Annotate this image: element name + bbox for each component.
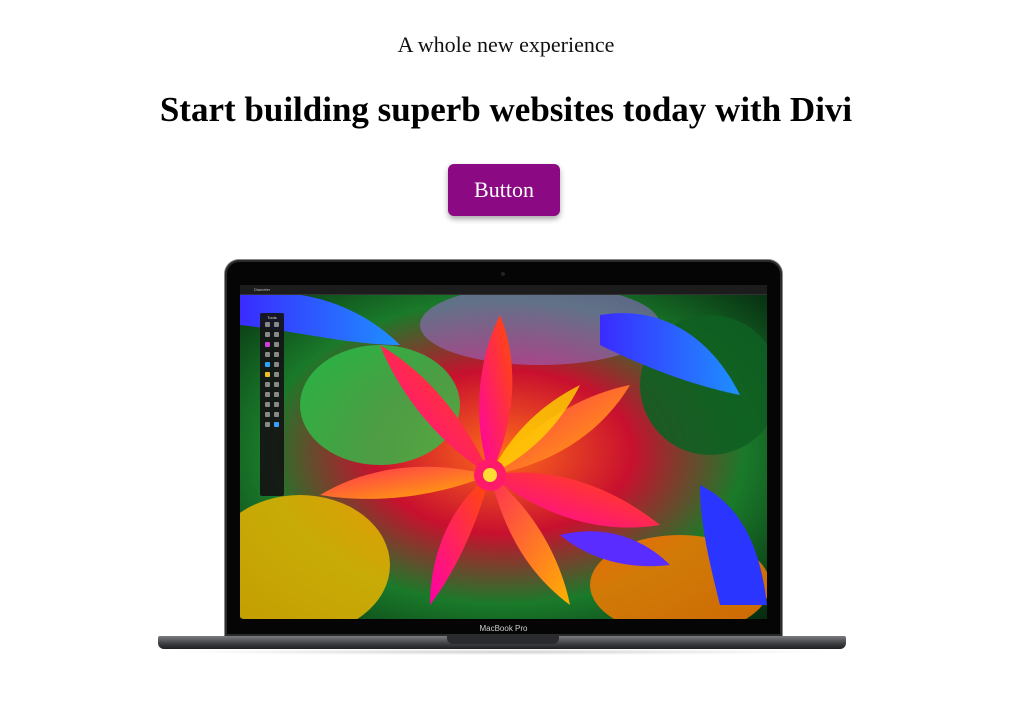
hero-headline: Start building superb websites today wit… <box>159 90 853 129</box>
laptop-image: Diameter Tools MacBook Pro <box>158 258 848 658</box>
laptop-lid: Diameter Tools <box>225 260 782 636</box>
tool-icon <box>274 322 279 327</box>
tool-icon <box>274 372 279 377</box>
tool-icon <box>265 342 270 347</box>
tool-icon <box>274 342 279 347</box>
tool-icon <box>265 402 270 407</box>
camera-icon <box>501 272 505 276</box>
tool-icon <box>265 422 270 427</box>
tool-icon <box>265 352 270 357</box>
tool-icon <box>265 362 270 367</box>
tool-icon <box>265 412 270 417</box>
tool-icon <box>274 402 279 407</box>
laptop-notch <box>447 636 559 644</box>
tool-icon <box>265 332 270 337</box>
app-menubar: Diameter <box>240 285 767 295</box>
cta-button[interactable]: Button <box>448 164 560 216</box>
tool-icon <box>274 332 279 337</box>
laptop-brand-label: MacBook Pro <box>479 624 528 633</box>
tool-icon <box>265 372 270 377</box>
tools-panel: Tools <box>260 313 284 496</box>
laptop-screen: Diameter Tools <box>240 285 767 619</box>
tool-icon <box>274 422 279 427</box>
tool-icon <box>274 362 279 367</box>
tool-icon <box>274 352 279 357</box>
tool-icon <box>265 392 270 397</box>
tool-icon <box>265 382 270 387</box>
tool-icon <box>274 412 279 417</box>
laptop-shadow <box>168 649 836 655</box>
tool-icon <box>265 322 270 327</box>
hero-subtitle: A whole new experience <box>397 32 615 57</box>
flower-artwork <box>240 285 767 619</box>
hero-section: A whole new experience Start building su… <box>0 0 1012 701</box>
tool-icon <box>274 392 279 397</box>
tools-panel-title: Tools <box>267 315 277 320</box>
tool-icon <box>274 382 279 387</box>
